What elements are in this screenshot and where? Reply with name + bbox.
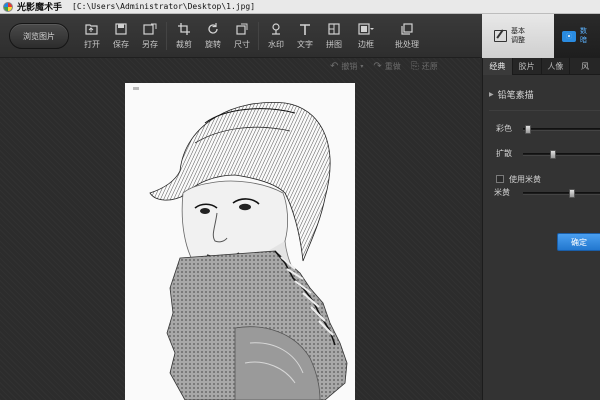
- undo-label: 撤销: [341, 62, 358, 71]
- app-logo-icon: [3, 1, 13, 12]
- toolbar-divider: [258, 22, 259, 50]
- save-as-button[interactable]: 另存: [136, 22, 164, 54]
- tab-scenery[interactable]: 风: [570, 58, 600, 75]
- effects-panel: 经典 胶片 人像 风 ▶ 铅笔素描 彩色 扩散 使用米黄 米黄 确定: [482, 58, 600, 400]
- use-yellow-label: 使用米黄: [509, 175, 541, 184]
- browse-images-button[interactable]: 浏览图片: [9, 23, 69, 49]
- file-path: [C:\Users\Administrator\Desktop\1.jpg]: [72, 2, 256, 11]
- redo-button[interactable]: ↷ 重做: [373, 61, 400, 72]
- rotate-icon: [205, 22, 221, 36]
- restore-button[interactable]: ⎘ 还原: [411, 61, 438, 72]
- dropdown-icon: ▾: [360, 63, 364, 70]
- save-as-label: 另存: [142, 40, 158, 49]
- tab-basic-adjust[interactable]: 基本 调整: [482, 14, 554, 58]
- color-slider-thumb[interactable]: [525, 125, 531, 134]
- watermark-label: 水印: [268, 40, 284, 49]
- watermark-button[interactable]: 水印: [262, 22, 290, 54]
- batch-button[interactable]: 批处理: [393, 22, 421, 54]
- tab-basic-line2: 调整: [511, 36, 525, 44]
- redo-icon: ↷: [373, 61, 382, 72]
- crop-button[interactable]: 裁剪: [170, 22, 198, 54]
- batch-icon: [399, 22, 415, 36]
- save-icon: [113, 22, 129, 36]
- color-slider-label: 彩色: [496, 124, 512, 133]
- border-icon: [358, 22, 374, 36]
- border-label: 边框: [358, 40, 374, 49]
- confirm-button[interactable]: 确定: [557, 233, 600, 251]
- resize-button[interactable]: 尺寸: [228, 22, 256, 54]
- tab-digital-line2: 暗: [580, 36, 587, 44]
- watermark-icon: [268, 22, 284, 36]
- photo-preview[interactable]: [125, 83, 355, 400]
- yellow-slider-label: 米黄: [494, 188, 510, 197]
- tab-basic-line1: 基本: [511, 27, 525, 35]
- effect-category-tabs: 经典 胶片 人像 风: [483, 58, 600, 75]
- text-label: 文字: [297, 40, 313, 49]
- resize-icon: [234, 22, 250, 36]
- diffuse-slider-track[interactable]: [523, 150, 600, 159]
- color-slider-track[interactable]: [523, 125, 600, 134]
- redo-label: 重做: [384, 62, 401, 71]
- collage-button[interactable]: 拼图: [320, 22, 348, 54]
- save-as-icon: [142, 22, 158, 36]
- restore-label: 还原: [421, 62, 438, 71]
- camera-icon: [562, 30, 576, 42]
- undo-button[interactable]: ↶ 撤销 ▾: [330, 61, 363, 72]
- undo-icon: ↶: [330, 61, 339, 72]
- tab-digital-darkroom[interactable]: 数暗: [554, 14, 600, 58]
- canvas-area: ↶ 撤销 ▾ ↷ 重做 ⎘ 还原: [0, 58, 480, 400]
- rotate-button[interactable]: 旋转: [199, 22, 227, 54]
- batch-label: 批处理: [395, 40, 419, 49]
- use-yellow-checkbox[interactable]: [496, 175, 504, 183]
- history-bar: ↶ 撤销 ▾ ↷ 重做 ⎘ 还原: [330, 61, 438, 72]
- diffuse-slider-thumb[interactable]: [550, 150, 556, 159]
- tab-film[interactable]: 胶片: [513, 58, 542, 75]
- save-label: 保存: [113, 40, 129, 49]
- app-name: 光影魔术手: [17, 3, 63, 13]
- edit-icon: [494, 30, 507, 42]
- panel-divider: [489, 110, 600, 111]
- toolbar-divider: [166, 22, 167, 50]
- crop-icon: [176, 22, 192, 36]
- tab-classic[interactable]: 经典: [483, 58, 513, 75]
- tab-portrait[interactable]: 人像: [542, 58, 571, 75]
- collage-label: 拼图: [326, 40, 342, 49]
- tab-digital-line1: 数: [580, 27, 587, 35]
- open-label: 打开: [84, 40, 100, 49]
- diffuse-slider-label: 扩散: [496, 149, 512, 158]
- title-bar: 光影魔术手 [C:\Users\Administrator\Desktop\1.…: [0, 0, 600, 14]
- collage-icon: [326, 22, 342, 36]
- resize-label: 尺寸: [234, 40, 250, 49]
- border-button[interactable]: 边框: [352, 22, 380, 54]
- open-icon: [84, 22, 100, 36]
- rotate-label: 旋转: [205, 40, 221, 49]
- sketch-portrait-image: [125, 83, 355, 400]
- open-button[interactable]: 打开: [78, 22, 106, 54]
- yellow-slider-thumb[interactable]: [569, 189, 575, 198]
- yellow-slider-track[interactable]: [523, 189, 600, 198]
- text-button[interactable]: 文字: [291, 22, 319, 54]
- save-button[interactable]: 保存: [107, 22, 135, 54]
- collapse-arrow-icon: ▶: [489, 91, 494, 98]
- effect-header[interactable]: ▶ 铅笔素描: [489, 88, 534, 101]
- text-icon: [297, 22, 313, 36]
- restore-icon: ⎘: [410, 61, 419, 72]
- crop-label: 裁剪: [176, 40, 192, 49]
- mode-tabs: 基本 调整 数暗: [482, 14, 600, 58]
- effect-title: 铅笔素描: [497, 91, 534, 101]
